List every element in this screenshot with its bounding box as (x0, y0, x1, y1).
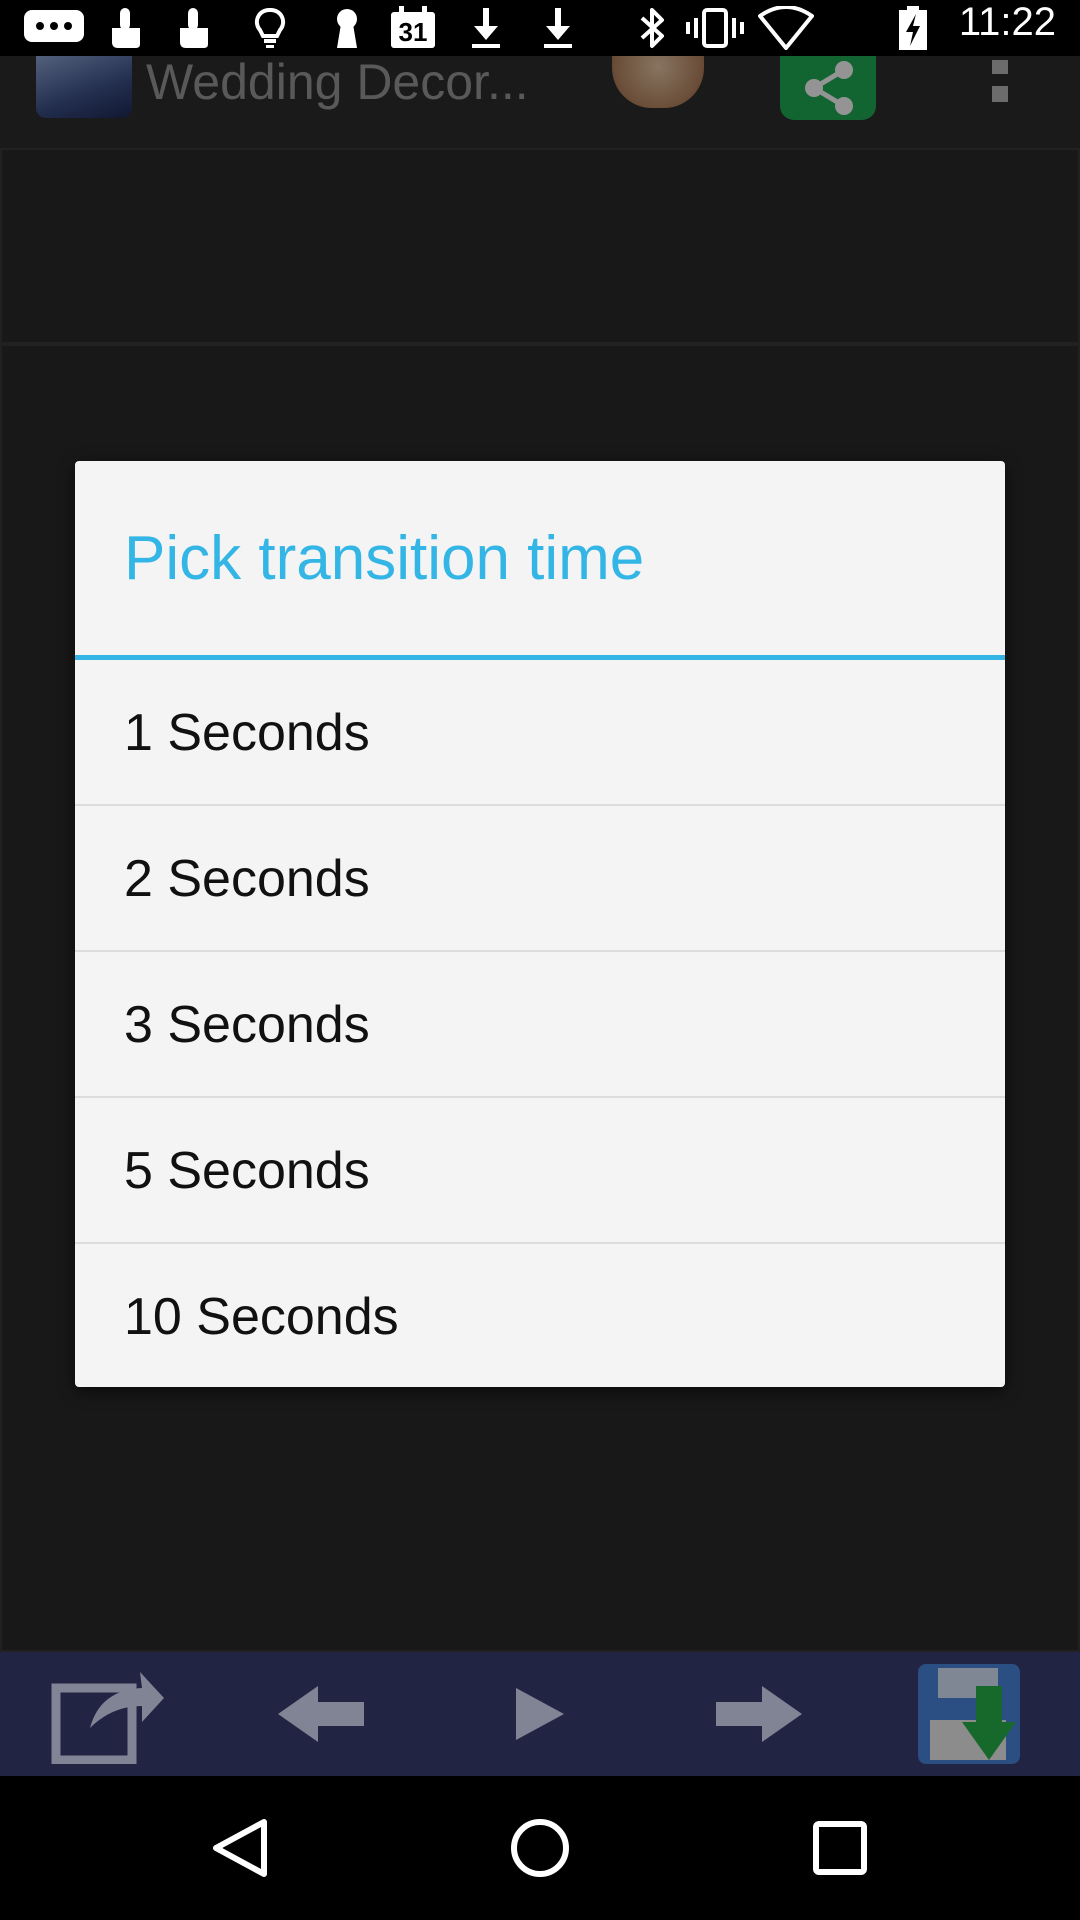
option-1-seconds[interactable]: 1 Seconds (75, 660, 1005, 806)
calendar-date: 31 (398, 17, 428, 47)
bluetooth-icon (640, 8, 664, 48)
option-10-seconds[interactable]: 10 Seconds (75, 1244, 1005, 1387)
transition-time-dialog: Pick transition time 1 Seconds 2 Seconds… (75, 461, 1005, 1387)
option-3-seconds[interactable]: 3 Seconds (75, 952, 1005, 1098)
download-icon (544, 8, 572, 48)
option-5-seconds[interactable]: 5 Seconds (75, 1098, 1005, 1244)
lightbulb-icon (254, 7, 286, 48)
dialog-title: Pick transition time (124, 524, 645, 593)
touch-icon (112, 8, 140, 48)
navigation-bar (0, 1776, 1080, 1920)
battery-charging-icon (899, 6, 927, 50)
wifi-icon (758, 6, 814, 50)
status-time: 11:22 (958, 0, 1056, 44)
keyhole-icon (337, 9, 357, 48)
option-2-seconds[interactable]: 2 Seconds (75, 806, 1005, 952)
vibrate-icon (686, 8, 744, 48)
status-bar: 31 11:22 (0, 0, 1080, 56)
download-icon (472, 8, 500, 48)
recents-icon[interactable] (800, 1808, 880, 1888)
calendar-icon: 31 (388, 6, 438, 50)
touch-icon (180, 8, 208, 48)
back-icon[interactable] (200, 1808, 280, 1888)
home-icon[interactable] (500, 1808, 580, 1888)
chat-icon (24, 10, 84, 42)
